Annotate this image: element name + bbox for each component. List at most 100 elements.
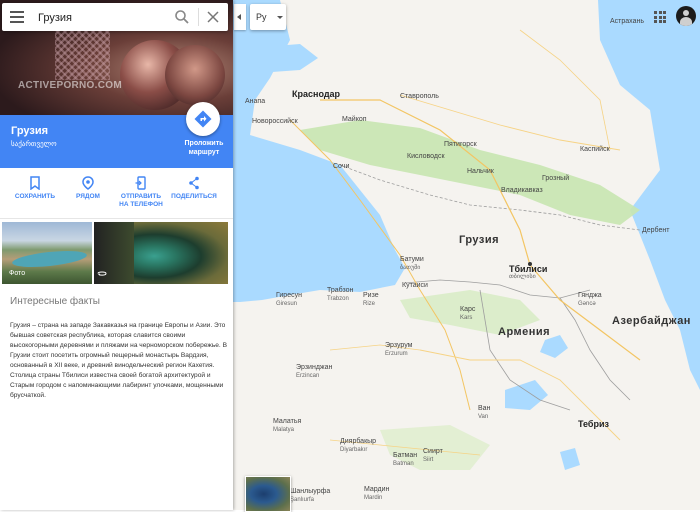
city-erzincan-name: Эрзинджан (296, 364, 333, 371)
city-urfa-name: Шанлыурфа (290, 488, 331, 495)
city-kislovodsk[interactable]: Кисловодск (407, 153, 445, 161)
nearby-icon (82, 176, 94, 190)
directions-label[interactable]: Проложить маршрут (178, 139, 230, 157)
send-to-phone-button[interactable]: ОТПРАВИТЬ НА ТЕЛЕФОН (113, 176, 169, 209)
city-giresun[interactable]: Гиресун Giresun (276, 292, 302, 308)
city-mardin[interactable]: Мардин Mardin (364, 486, 389, 502)
directions-button[interactable] (186, 102, 220, 136)
city-ganja-name: Гянджа (578, 292, 602, 299)
nearby-label: РЯДОМ (76, 193, 100, 200)
city-trabzon-latin: Trabzon (327, 296, 349, 302)
city-maikop[interactable]: Майкоп (342, 116, 367, 124)
city-vladikavkaz[interactable]: Владикавказ (501, 187, 543, 195)
city-van-latin: Van (478, 414, 489, 420)
action-bar: СОХРАНИТЬ РЯДОМ ОТПРАВИТЬ НА ТЕЛЕФОН ПОД… (0, 168, 233, 219)
city-urfa[interactable]: Шанлыурфа Şanlıurfa (290, 488, 330, 504)
directions-label-line1: Проложить (184, 140, 224, 147)
city-kars-name: Карс (460, 306, 476, 313)
city-malatya-latin: Malatya (273, 427, 295, 433)
panorama-thumbnail[interactable] (94, 222, 228, 284)
collapse-panel-button[interactable] (234, 4, 246, 30)
city-astrakhan[interactable]: Астрахань (610, 18, 644, 26)
city-giresun-latin: Giresun (276, 301, 298, 307)
city-batman[interactable]: Батман Batman (393, 452, 417, 468)
share-icon (189, 176, 199, 190)
caret-down-icon (277, 16, 283, 19)
city-grozny[interactable]: Грозный (542, 175, 569, 183)
city-tbilisi[interactable]: Тбилиси თბილისი (509, 265, 547, 281)
city-rize-name: Ризе (363, 292, 379, 299)
photo-strip: Фото (0, 222, 233, 284)
nearby-button[interactable]: РЯДОМ (60, 176, 116, 201)
send-to-phone-label-1: ОТПРАВИТЬ (120, 193, 162, 200)
city-tbilisi-native: თბილისი (509, 274, 536, 280)
city-erzurum-name: Эрзурум (385, 342, 413, 349)
city-krasnodar[interactable]: Краснодар (292, 90, 340, 99)
city-batumi-name: Батуми (400, 256, 424, 263)
city-mardin-name: Мардин (364, 486, 390, 493)
city-kars-latin: Kars (460, 315, 473, 321)
city-van-name: Ван (478, 405, 491, 412)
city-derbent[interactable]: Дербент (642, 227, 669, 235)
share-label: ПОДЕЛИТЬСЯ (171, 193, 217, 200)
city-diyarbakir[interactable]: Диярбакыр Diyarbakır (340, 438, 376, 454)
city-erzurum-latin: Erzurum (385, 351, 408, 357)
place-native-name: საქართველო (11, 141, 57, 148)
directions-label-line2: маршрут (188, 149, 220, 156)
city-van[interactable]: Ван Van (478, 405, 490, 421)
satellite-layer-button[interactable] (245, 476, 291, 512)
city-pyatigorsk[interactable]: Пятигорск (444, 141, 477, 149)
city-malatya-name: Малатья (273, 418, 302, 425)
city-stavropol[interactable]: Ставрополь (400, 93, 439, 101)
share-button[interactable]: ПОДЕЛИТЬСЯ (166, 176, 222, 201)
facts-title: Интересные факты (10, 296, 100, 307)
avatar[interactable] (676, 6, 696, 26)
chevron-left-icon (237, 14, 241, 20)
search-box (2, 3, 228, 31)
city-kars[interactable]: Карс Kars (460, 306, 475, 322)
language-label: Ру (256, 12, 267, 22)
city-erzincan-latin: Erzincan (296, 373, 320, 379)
close-icon[interactable] (206, 10, 220, 24)
city-kutaisi[interactable]: Кутаиси (402, 282, 428, 290)
city-erzincan[interactable]: Эрзинджан Erzincan (296, 364, 332, 380)
city-diyarbakir-name: Диярбакыр (340, 438, 377, 445)
save-button[interactable]: СОХРАНИТЬ (7, 176, 63, 201)
city-trabzon-name: Трабзон (327, 287, 354, 294)
facts-text: Грузия – страна на западе Закавказья на … (10, 322, 227, 399)
city-siirt[interactable]: Сиирт Siirt (423, 448, 443, 464)
city-malatya[interactable]: Малатья Malatya (273, 418, 301, 434)
city-urfa-latin: Şanlıurfa (290, 497, 315, 503)
hero-watermark: ACTIVEPORNO.COM (18, 80, 122, 91)
city-batumi-native: ბათუმი (400, 265, 421, 271)
directions-icon (194, 110, 212, 128)
city-sochi[interactable]: Сочи (333, 163, 349, 171)
city-giresun-name: Гиресун (276, 292, 302, 299)
language-select[interactable]: Ру (250, 4, 286, 30)
apps-grid-icon[interactable] (654, 11, 666, 23)
city-novorossiysk[interactable]: Новороссийск (252, 118, 298, 126)
send-to-phone-icon (135, 176, 146, 190)
city-ganja[interactable]: Гянджа Gəncə (578, 292, 602, 308)
city-rize[interactable]: Ризе Rize (363, 292, 379, 308)
label-georgia[interactable]: Грузия (459, 235, 499, 246)
send-to-phone-label-2: НА ТЕЛЕФОН (119, 201, 163, 208)
city-batman-latin: Batman (393, 461, 414, 467)
search-icon[interactable] (174, 9, 190, 25)
city-trabzon[interactable]: Трабзон Trabzon (327, 287, 353, 303)
city-nalchik[interactable]: Нальчик (467, 168, 494, 176)
city-ganja-latin: Gəncə (578, 301, 596, 307)
city-kaspiysk[interactable]: Каспийск (580, 146, 610, 154)
search-input[interactable] (36, 7, 170, 29)
city-erzurum[interactable]: Эрзурум Erzurum (385, 342, 412, 358)
save-label: СОХРАНИТЬ (14, 193, 56, 200)
city-anapa[interactable]: Анапа (245, 98, 265, 106)
label-armenia[interactable]: Армения (498, 327, 550, 338)
place-panel: ACTIVEPORNO.COM Грузия საქართველო Пролож… (0, 0, 233, 510)
menu-icon[interactable] (10, 11, 24, 23)
label-azerbaijan[interactable]: Азербайджан (612, 316, 691, 327)
city-tabriz[interactable]: Тебриз (578, 420, 609, 429)
city-siirt-latin: Siirt (423, 457, 434, 463)
city-batumi[interactable]: Батуми ბათუმი (400, 256, 424, 272)
city-mardin-latin: Mardin (364, 495, 383, 501)
